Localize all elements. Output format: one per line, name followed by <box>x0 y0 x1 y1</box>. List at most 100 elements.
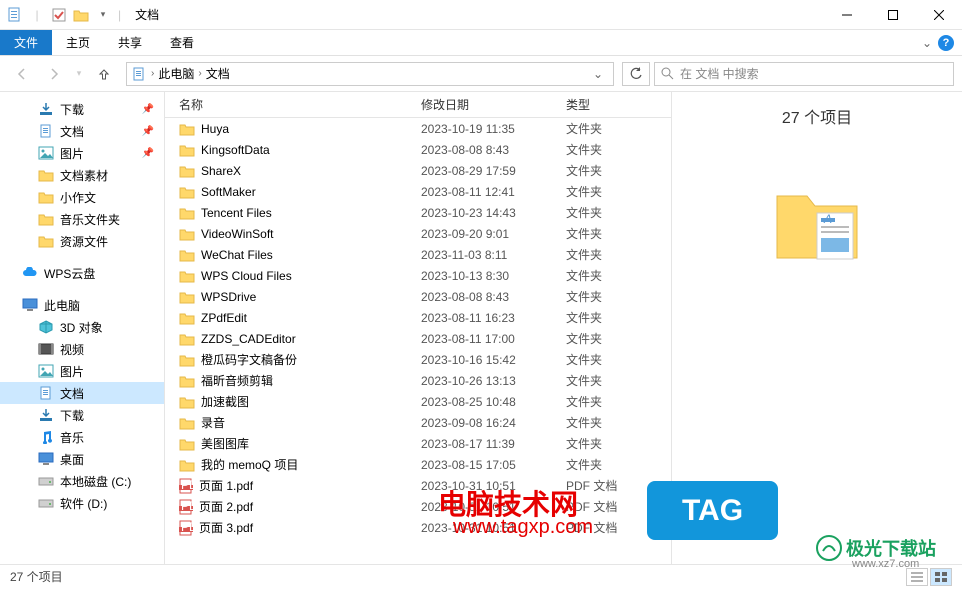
file-row[interactable]: Tencent Files2023-10-23 14:43文件夹 <box>165 202 671 223</box>
view-icons-button[interactable] <box>930 568 952 586</box>
qat-dropdown-icon[interactable]: ▾ <box>94 6 112 24</box>
column-header-name[interactable]: 名称 <box>165 96 421 113</box>
address-dropdown-icon[interactable]: ⌄ <box>587 67 609 81</box>
file-row[interactable]: 我的 memoQ 项目2023-08-15 17:05文件夹 <box>165 454 671 475</box>
folder-icon <box>179 395 195 409</box>
sidebar-item-pc-child[interactable]: 软件 (D:) <box>0 492 164 514</box>
sidebar-item-pc-child[interactable]: 视频 <box>0 338 164 360</box>
sidebar-item-label: 小作文 <box>60 189 96 206</box>
sidebar: 下载📌文档📌图片📌文档素材小作文音乐文件夹资源文件 WPS云盘 此电脑 3D 对… <box>0 92 165 564</box>
file-row[interactable]: PDF页面 3.pdf2023-10-31 10:51PDF 文档 <box>165 517 671 538</box>
details-pane: 27 个项目 A <box>672 92 962 564</box>
file-list: 名称 修改日期 类型 Huya2023-10-19 11:35文件夹Kingso… <box>165 92 672 564</box>
file-type: PDF 文档 <box>566 477 671 494</box>
folder-icon <box>179 332 195 346</box>
sidebar-item-quick[interactable]: 下载📌 <box>0 98 164 120</box>
column-header-type[interactable]: 类型 <box>566 96 671 113</box>
breadcrumb-label: 此电脑 <box>158 65 194 82</box>
back-button[interactable] <box>8 60 36 88</box>
folder-icon <box>179 206 195 220</box>
file-name: VideoWinSoft <box>201 227 274 241</box>
file-name: KingsoftData <box>201 143 270 157</box>
file-row[interactable]: 加速截图2023-08-25 10:48文件夹 <box>165 391 671 412</box>
watermark-jg-url: www.xz7.com <box>852 558 919 570</box>
file-row[interactable]: WPS Cloud Files2023-10-13 8:30文件夹 <box>165 265 671 286</box>
ribbon-tab-share[interactable]: 共享 <box>104 30 156 55</box>
column-header-date[interactable]: 修改日期 <box>421 96 566 113</box>
sidebar-item-pc-child[interactable]: 图片 <box>0 360 164 382</box>
sidebar-item-wps[interactable]: WPS云盘 <box>0 262 164 284</box>
file-row[interactable]: SoftMaker2023-08-11 12:41文件夹 <box>165 181 671 202</box>
folder-icon <box>38 233 54 249</box>
sidebar-item-quick[interactable]: 文档素材 <box>0 164 164 186</box>
sidebar-item-quick[interactable]: 资源文件 <box>0 230 164 252</box>
search-input[interactable]: 在 文档 中搜索 <box>654 62 954 86</box>
ribbon-tab-home[interactable]: 主页 <box>52 30 104 55</box>
file-row[interactable]: WeChat Files2023-11-03 8:11文件夹 <box>165 244 671 265</box>
sidebar-item-quick[interactable]: 小作文 <box>0 186 164 208</box>
file-date: 2023-08-11 16:23 <box>421 311 566 325</box>
file-row[interactable]: 美图图库2023-08-17 11:39文件夹 <box>165 433 671 454</box>
sidebar-item-pc-child[interactable]: 本地磁盘 (C:) <box>0 470 164 492</box>
breadcrumb-segment[interactable]: 文档 <box>206 65 230 82</box>
sidebar-item-label: 下载 <box>60 101 84 118</box>
svg-text:PDF: PDF <box>181 478 193 492</box>
qat-divider-icon: | <box>28 6 46 24</box>
sidebar-item-quick[interactable]: 文档📌 <box>0 120 164 142</box>
sidebar-item-pc-child[interactable]: 桌面 <box>0 448 164 470</box>
view-details-button[interactable] <box>906 568 928 586</box>
file-date: 2023-08-17 11:39 <box>421 437 566 451</box>
forward-button[interactable] <box>40 60 68 88</box>
close-button[interactable] <box>916 0 962 30</box>
folder-icon <box>179 122 195 136</box>
separator: | <box>118 8 121 22</box>
file-row[interactable]: Huya2023-10-19 11:35文件夹 <box>165 118 671 139</box>
file-row[interactable]: 福昕音频剪辑2023-10-26 13:13文件夹 <box>165 370 671 391</box>
sidebar-item-quick[interactable]: 图片📌 <box>0 142 164 164</box>
qat-properties-icon[interactable] <box>6 6 24 24</box>
chevron-right-icon[interactable]: › <box>151 68 154 79</box>
ribbon-tab-view[interactable]: 查看 <box>156 30 208 55</box>
recent-dropdown[interactable]: ▾ <box>72 60 86 88</box>
file-date: 2023-08-29 17:59 <box>421 164 566 178</box>
file-row[interactable]: VideoWinSoft2023-09-20 9:01文件夹 <box>165 223 671 244</box>
ribbon-expand-icon[interactable]: ⌄ <box>922 36 932 50</box>
sidebar-item-pc-child[interactable]: 3D 对象 <box>0 316 164 338</box>
qat-checkbox-icon[interactable] <box>50 6 68 24</box>
svg-text:PDF: PDF <box>181 499 193 513</box>
address-bar[interactable]: › 此电脑 › 文档 ⌄ <box>126 62 614 86</box>
sidebar-item-pc-child[interactable]: 音乐 <box>0 426 164 448</box>
file-type: 文件夹 <box>566 183 671 200</box>
file-row[interactable]: ZZDS_CADEditor2023-08-11 17:00文件夹 <box>165 328 671 349</box>
file-type: 文件夹 <box>566 246 671 263</box>
ribbon-tab-file[interactable]: 文件 <box>0 30 52 55</box>
file-row[interactable]: 橙瓜码字文稿备份2023-10-16 15:42文件夹 <box>165 349 671 370</box>
sidebar-item-pc-child[interactable]: 下载 <box>0 404 164 426</box>
music-icon <box>38 429 54 445</box>
minimize-button[interactable] <box>824 0 870 30</box>
folder-icon <box>179 353 195 367</box>
file-date: 2023-10-19 11:35 <box>421 122 566 136</box>
sidebar-item-quick[interactable]: 音乐文件夹 <box>0 208 164 230</box>
refresh-button[interactable] <box>622 62 650 86</box>
help-icon[interactable]: ? <box>938 35 954 51</box>
up-button[interactable] <box>90 60 118 88</box>
chevron-right-icon[interactable]: › <box>198 68 201 79</box>
maximize-button[interactable] <box>870 0 916 30</box>
file-row[interactable]: KingsoftData2023-08-08 8:43文件夹 <box>165 139 671 160</box>
file-type: PDF 文档 <box>566 498 671 515</box>
file-row[interactable]: ShareX2023-08-29 17:59文件夹 <box>165 160 671 181</box>
file-row[interactable]: WPSDrive2023-08-08 8:43文件夹 <box>165 286 671 307</box>
sidebar-item-pc-child[interactable]: 文档 <box>0 382 164 404</box>
breadcrumb-segment[interactable]: 此电脑 <box>158 65 194 82</box>
file-row[interactable]: 录音2023-09-08 16:24文件夹 <box>165 412 671 433</box>
sidebar-item-label: 图片 <box>60 145 84 162</box>
pc-icon <box>22 297 38 313</box>
file-row[interactable]: ZPdfEdit2023-08-11 16:23文件夹 <box>165 307 671 328</box>
folder-icon <box>179 311 195 325</box>
file-name: 页面 1.pdf <box>199 477 253 494</box>
sidebar-item-pc[interactable]: 此电脑 <box>0 294 164 316</box>
file-type: 文件夹 <box>566 225 671 242</box>
file-row[interactable]: PDF页面 1.pdf2023-10-31 10:51PDF 文档 <box>165 475 671 496</box>
file-row[interactable]: PDF页面 2.pdf2023-10-31 10:51PDF 文档 <box>165 496 671 517</box>
